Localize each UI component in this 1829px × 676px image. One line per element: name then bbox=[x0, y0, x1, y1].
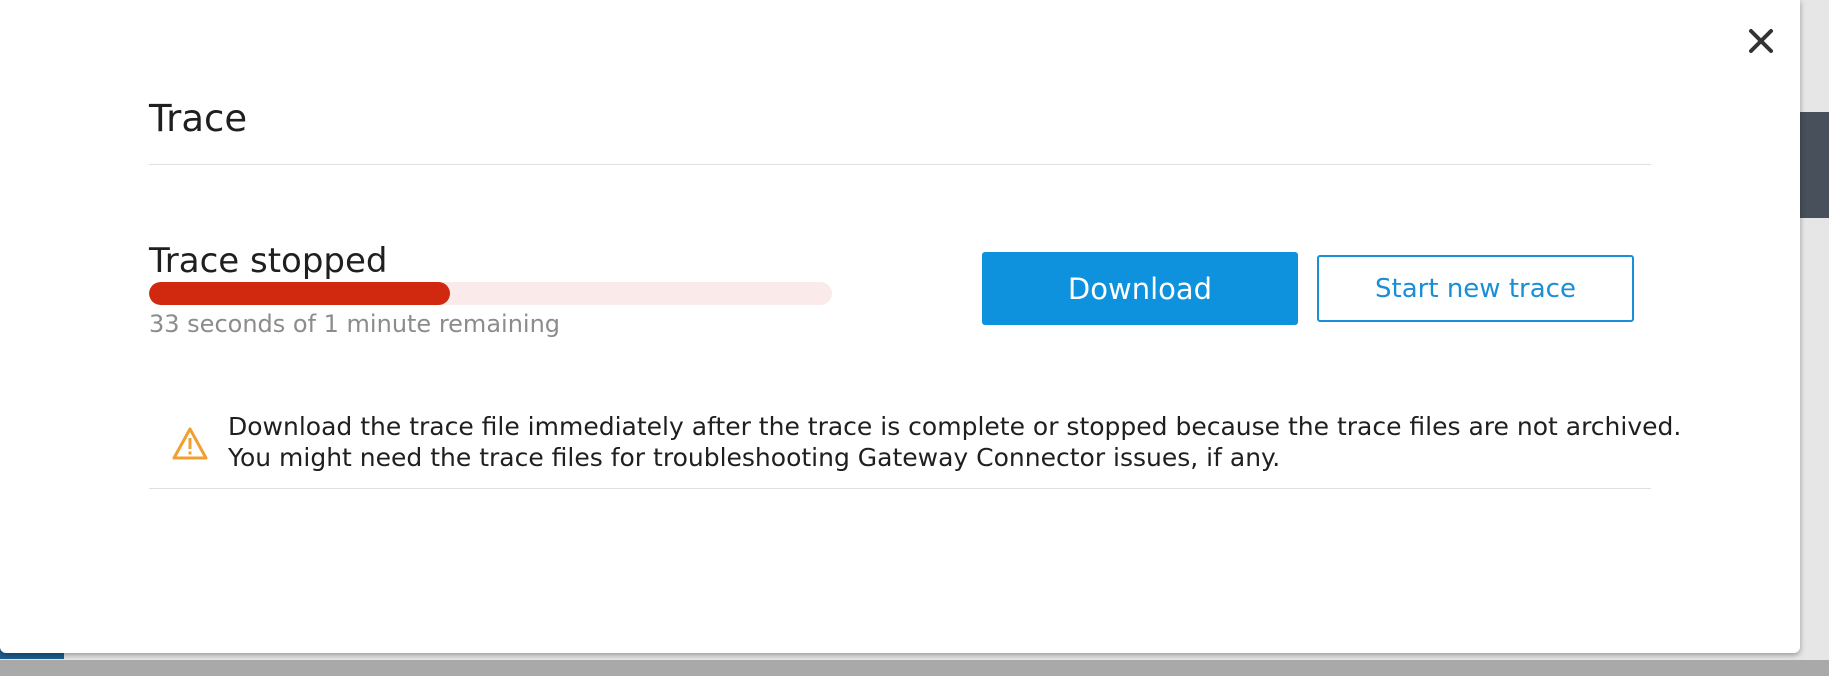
trace-progress-fill bbox=[149, 282, 450, 305]
close-icon bbox=[1749, 29, 1773, 53]
warning-text: Download the trace file immediately afte… bbox=[228, 411, 1681, 473]
warning-line-1: Download the trace file immediately afte… bbox=[228, 412, 1682, 441]
warning-line-2: You might need the trace files for troub… bbox=[228, 443, 1281, 472]
warning-icon bbox=[172, 427, 208, 460]
remaining-time: 33 seconds of 1 minute remaining bbox=[149, 310, 561, 338]
title-divider bbox=[149, 164, 1651, 165]
trace-dialog: Trace Trace stopped 33 seconds of 1 minu… bbox=[0, 0, 1800, 653]
trace-progress-bar bbox=[149, 282, 832, 305]
trace-status: Trace stopped bbox=[149, 241, 388, 281]
close-button[interactable] bbox=[1742, 22, 1780, 60]
warning-notice: Download the trace file immediately afte… bbox=[149, 408, 1681, 489]
download-button[interactable]: Download bbox=[982, 252, 1298, 325]
dialog-title: Trace bbox=[149, 97, 248, 140]
start-new-trace-button[interactable]: Start new trace bbox=[1317, 255, 1634, 322]
